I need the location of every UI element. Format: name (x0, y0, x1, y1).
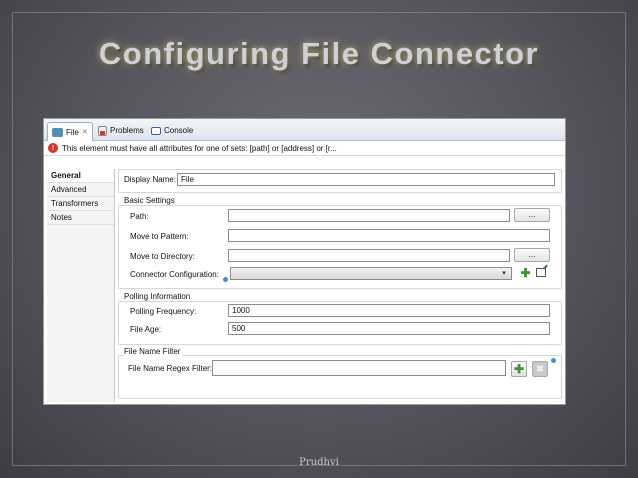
tab-console-label: Console (164, 126, 194, 135)
polling-frequency-input[interactable]: 1000 (228, 304, 550, 317)
slide-footer: Prudhvi (299, 457, 339, 468)
add-icon: ✚ (513, 362, 525, 376)
edit-icon[interactable] (536, 268, 546, 277)
tab-file-label: File (66, 127, 79, 137)
chevron-down-icon: ▾ (502, 270, 506, 277)
tab-file[interactable]: File ✕ (47, 122, 93, 141)
close-icon[interactable]: ✕ (82, 128, 88, 136)
delete-icon: ✖ (535, 363, 545, 375)
sidebar-item-general[interactable]: General (47, 169, 114, 183)
file-name-regex-label: File Name Regex Filter: (128, 364, 213, 373)
tab-problems-label: Problems (110, 126, 144, 135)
sidebar-item-transformers[interactable]: Transformers (47, 197, 114, 211)
file-connector-editor: File ✕ Problems Console ! This element m… (43, 118, 566, 405)
path-input[interactable] (228, 209, 510, 222)
tab-problems[interactable]: Problems (94, 122, 148, 139)
add-filter-button[interactable]: ✚ (511, 361, 527, 377)
path-label: Path: (130, 212, 149, 221)
sidebar-item-advanced[interactable]: Advanced (47, 183, 114, 197)
add-icon[interactable]: ✚ (520, 267, 531, 279)
error-banner: ! This element must have all attributes … (44, 141, 565, 156)
file-age-label: File Age: (130, 325, 162, 334)
file-age-input[interactable]: 500 (228, 322, 550, 335)
section-sidebar: General Advanced Transformers Notes (47, 169, 115, 402)
polling-frequency-label: Polling Frequency: (130, 307, 197, 316)
slide-title: Configuring File Connector (98, 36, 540, 71)
console-icon (151, 126, 161, 135)
sidebar-item-notes[interactable]: Notes (47, 211, 114, 225)
error-icon: ! (48, 143, 58, 153)
move-to-pattern-input[interactable] (228, 229, 550, 242)
basic-settings-title: Basic Settings (124, 196, 178, 205)
connector-configuration-select[interactable]: ▾ (230, 267, 512, 280)
path-browse-button[interactable]: ... (514, 208, 550, 222)
general-panel: Display Name: File Basic Settings Path: … (118, 169, 562, 402)
connector-configuration-label: Connector Configuration: (130, 270, 219, 279)
file-icon (52, 127, 63, 137)
info-icon (223, 277, 228, 282)
move-to-directory-label: Move to Directory: (130, 252, 195, 261)
tab-console[interactable]: Console (147, 122, 197, 139)
problems-icon (98, 125, 107, 136)
remove-filter-button[interactable]: ✖ (532, 361, 548, 377)
move-to-pattern-label: Move to Pattern: (130, 232, 189, 241)
display-name-input[interactable]: File (177, 173, 555, 186)
file-name-regex-input[interactable] (212, 360, 506, 376)
file-name-filter-title: File Name Filter (124, 347, 184, 356)
polling-information-title: Polling Information (124, 292, 194, 301)
editor-tab-bar: File ✕ Problems Console (44, 119, 565, 141)
info-icon (551, 358, 556, 363)
move-to-directory-input[interactable] (228, 249, 510, 262)
error-message: This element must have all attributes fo… (62, 143, 337, 153)
move-to-directory-browse-button[interactable]: ... (514, 248, 550, 262)
display-name-label: Display Name: (124, 175, 177, 184)
